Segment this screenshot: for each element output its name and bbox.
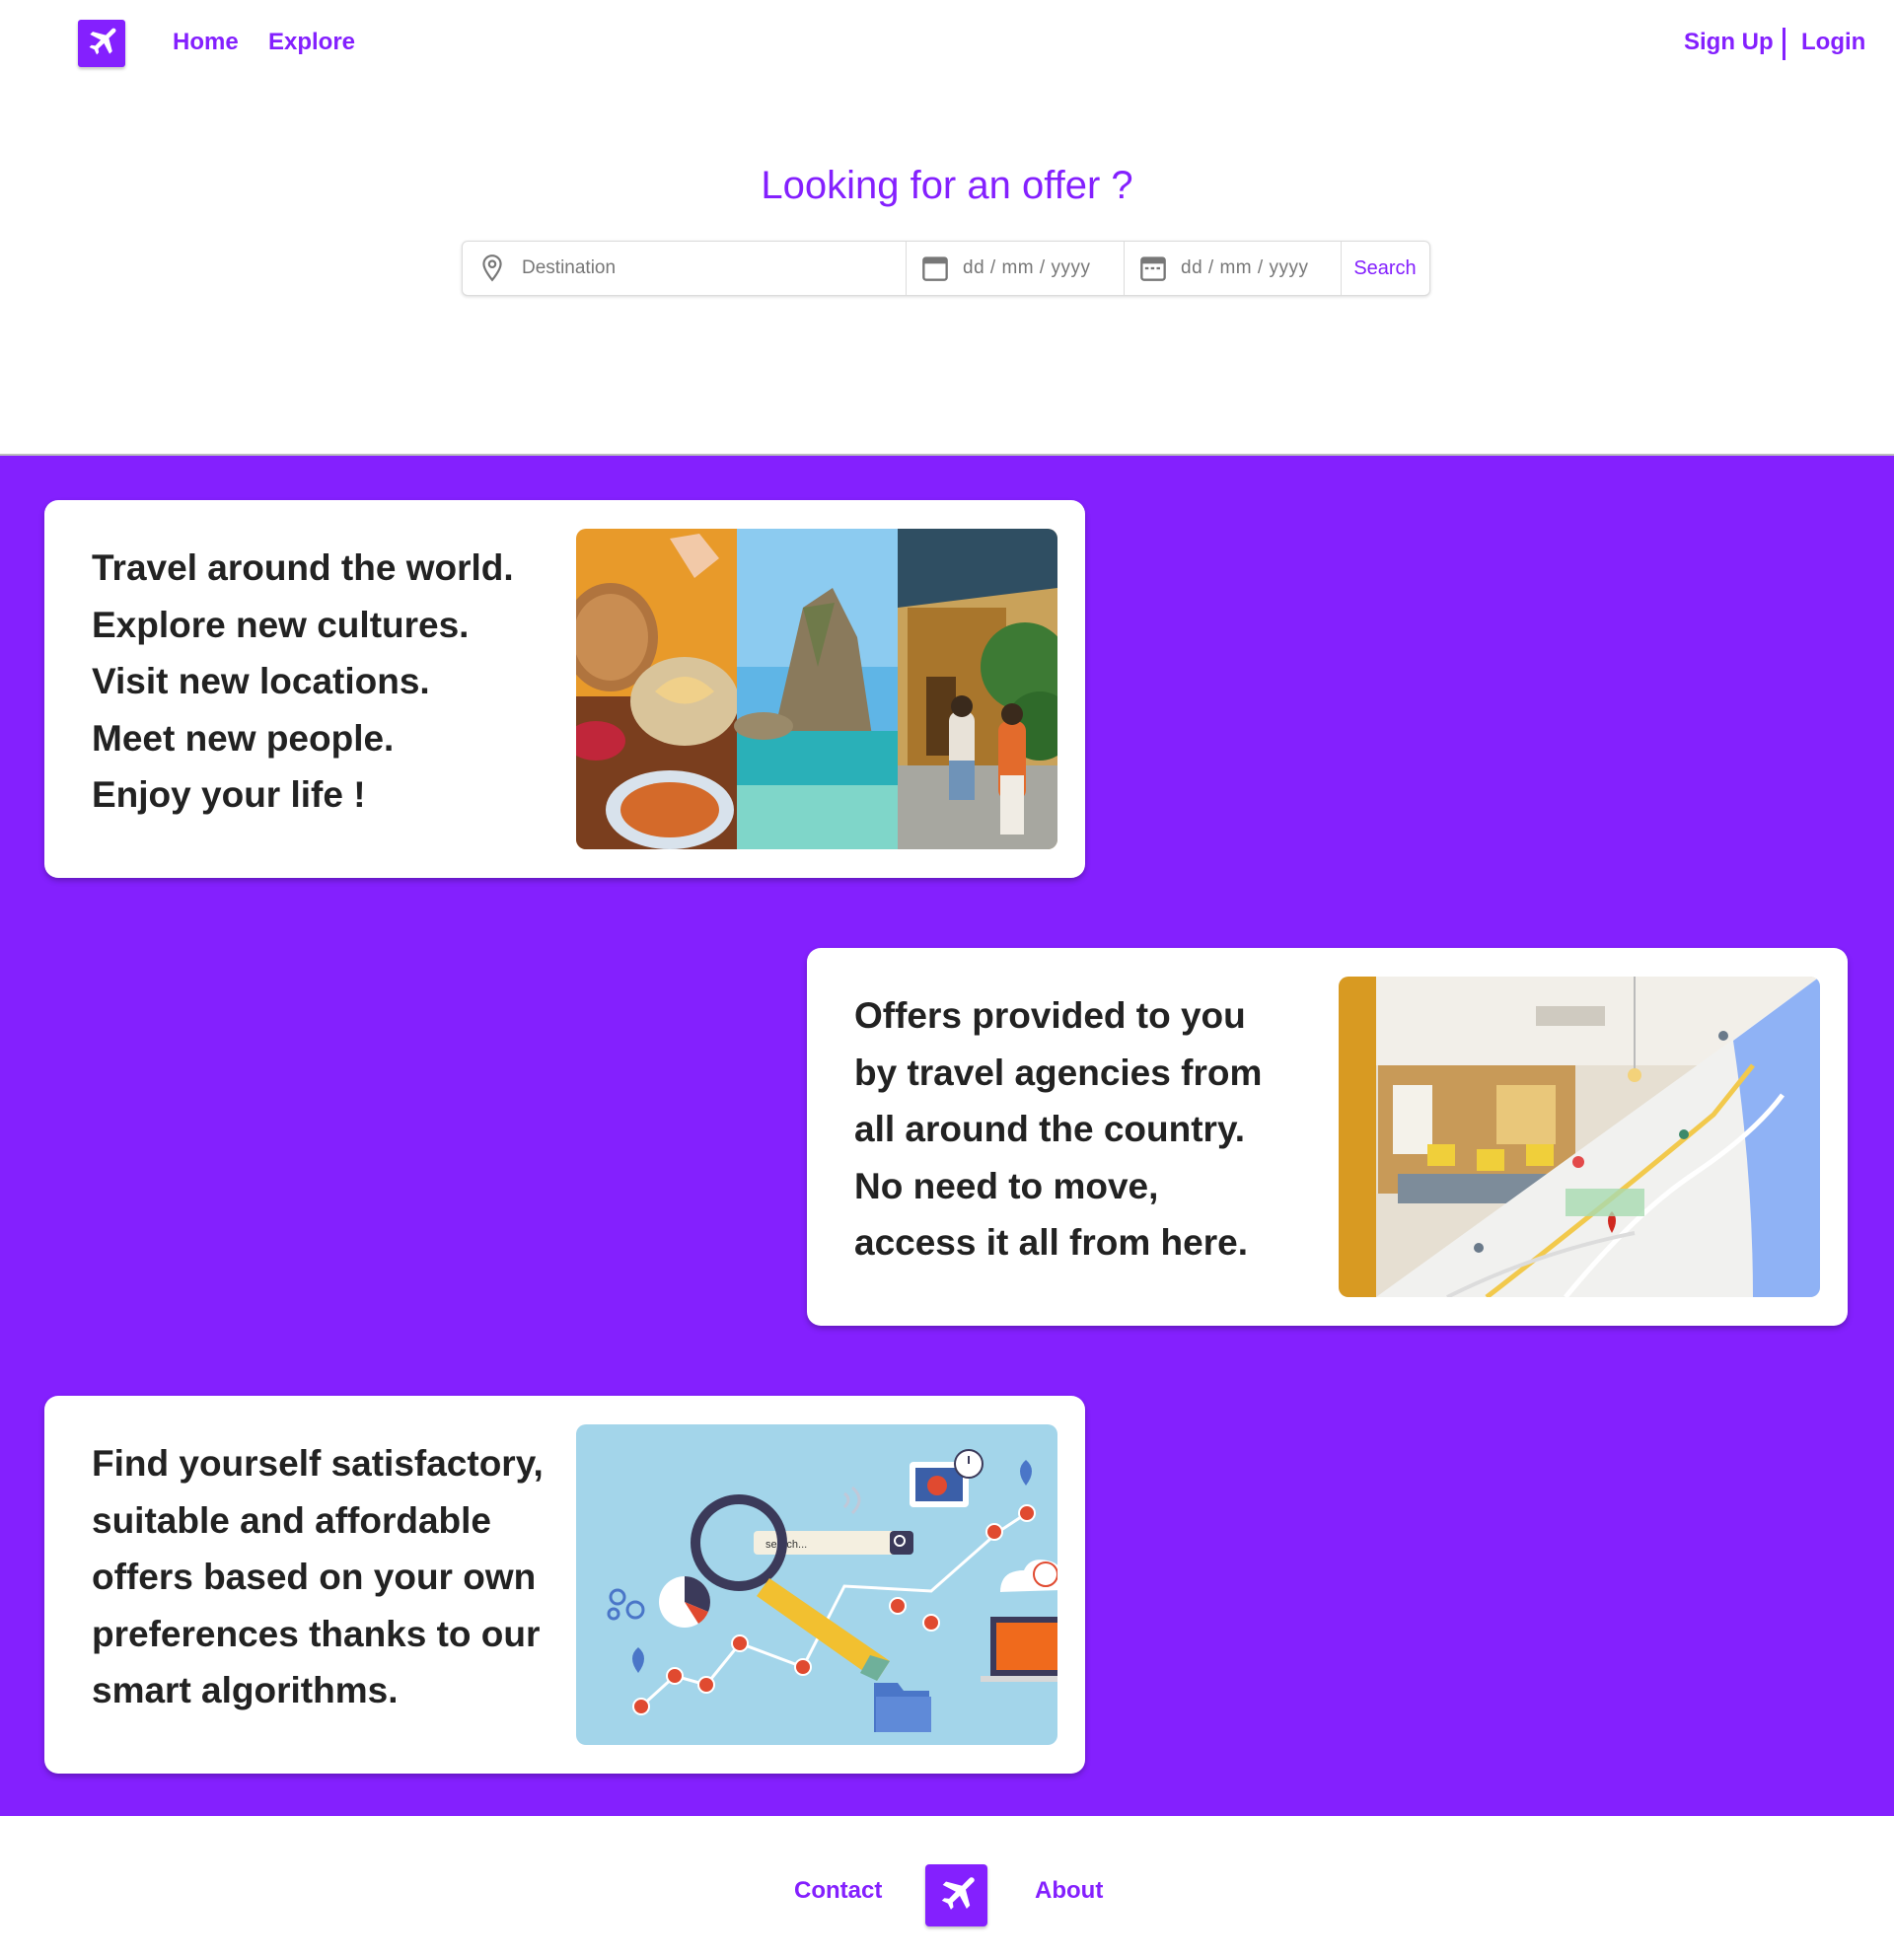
airplane-icon	[941, 1876, 975, 1910]
top-navbar: Home Explore Sign Up Login	[0, 0, 1894, 89]
feature-line: No need to move,	[854, 1165, 1159, 1206]
end-date-field[interactable]: dd / mm / yyyy	[1124, 242, 1342, 295]
auth-divider	[1783, 28, 1785, 60]
feature-line: preferences thanks to our	[92, 1613, 541, 1654]
calendar-icon	[921, 253, 949, 284]
feature-line: smart algorithms.	[92, 1670, 399, 1710]
feature-line: access it all from here.	[854, 1222, 1248, 1263]
feature-line: Explore new cultures.	[92, 604, 470, 645]
start-date-input[interactable]: dd / mm / yyyy	[963, 257, 1090, 279]
brand-logo[interactable]	[78, 20, 125, 67]
calendar-range-icon	[1139, 253, 1167, 284]
airplane-icon	[89, 28, 116, 55]
location-pin-icon	[478, 253, 506, 284]
feature-text: Find yourself satisfactory, suitable and…	[92, 1435, 585, 1719]
feature-card-algorithms: Find yourself satisfactory, suitable and…	[44, 1396, 1085, 1774]
feature-text: Travel around the world. Explore new cul…	[92, 540, 585, 824]
feature-line: by travel agencies from	[854, 1052, 1263, 1093]
destination-field	[463, 242, 907, 295]
feature-card-agencies: Offers provided to you by travel agencie…	[807, 948, 1848, 1326]
login-link[interactable]: Login	[1801, 28, 1865, 57]
search-analytics-illustration: search...	[576, 1424, 1057, 1745]
feature-line: all around the country.	[854, 1109, 1246, 1149]
feature-line: Visit new locations.	[92, 661, 430, 701]
signup-link[interactable]: Sign Up	[1684, 28, 1774, 57]
agency-office-map-image	[1339, 977, 1820, 1297]
nav-home-link[interactable]: Home	[173, 28, 239, 57]
feature-line: Meet new people.	[92, 717, 395, 759]
feature-line: Find yourself satisfactory,	[92, 1443, 544, 1484]
hero-title: Looking for an offer ?	[761, 164, 1133, 207]
feature-line: suitable and affordable	[92, 1499, 492, 1541]
footer-contact-link[interactable]: Contact	[794, 1876, 882, 1906]
feature-text: Offers provided to you by travel agencie…	[854, 987, 1348, 1271]
feature-line: offers based on your own	[92, 1557, 537, 1597]
features-section: Travel around the world. Explore new cul…	[0, 454, 1894, 1816]
offer-search-form: dd / mm / yyyy dd / mm / yyyy Search	[462, 241, 1430, 296]
footer-logo[interactable]	[925, 1864, 987, 1926]
destination-input[interactable]	[520, 256, 820, 280]
feature-line: Travel around the world.	[92, 547, 514, 588]
end-date-input[interactable]: dd / mm / yyyy	[1181, 257, 1308, 279]
travel-collage-image	[576, 529, 1057, 849]
feature-card-travel: Travel around the world. Explore new cul…	[44, 500, 1085, 878]
nav-explore-link[interactable]: Explore	[268, 28, 355, 57]
feature-line: Offers provided to you	[854, 995, 1246, 1036]
footer-about-link[interactable]: About	[1035, 1876, 1103, 1906]
search-button[interactable]: Search	[1341, 242, 1429, 295]
feature-line: Enjoy your life !	[92, 774, 366, 815]
start-date-field[interactable]: dd / mm / yyyy	[906, 242, 1125, 295]
